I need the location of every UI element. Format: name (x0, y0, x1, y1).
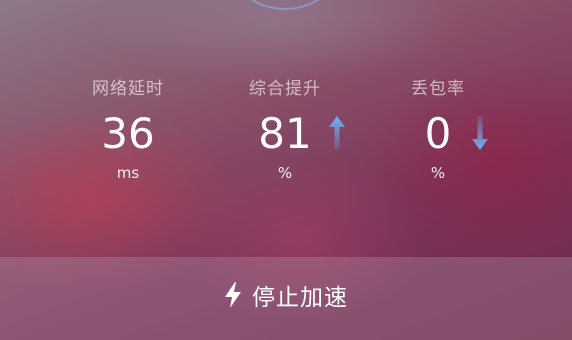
packet-loss-label: 丢包率 (411, 79, 465, 99)
packet-loss-value: 0 (424, 109, 452, 158)
packet-loss-unit: % (430, 164, 446, 182)
arrow-down-icon (472, 116, 488, 150)
latency-value: 36 (101, 109, 155, 158)
arrow-up-icon (329, 116, 345, 150)
lightning-bolt-icon (225, 281, 241, 308)
acceleration-screen: 网络延时 36 ms 综合提升 81 % 丢包率 0 % 停止加速 (0, 0, 572, 340)
stop-acceleration-button[interactable]: 停止加速 (0, 257, 572, 340)
latency-label: 网络延时 (92, 79, 164, 99)
boost-label: 综合提升 (249, 79, 321, 99)
speed-gauge-ring (220, 0, 350, 10)
stop-acceleration-label: 停止加速 (252, 284, 348, 311)
latency-unit: ms (116, 164, 140, 182)
boost-unit: % (277, 164, 293, 182)
